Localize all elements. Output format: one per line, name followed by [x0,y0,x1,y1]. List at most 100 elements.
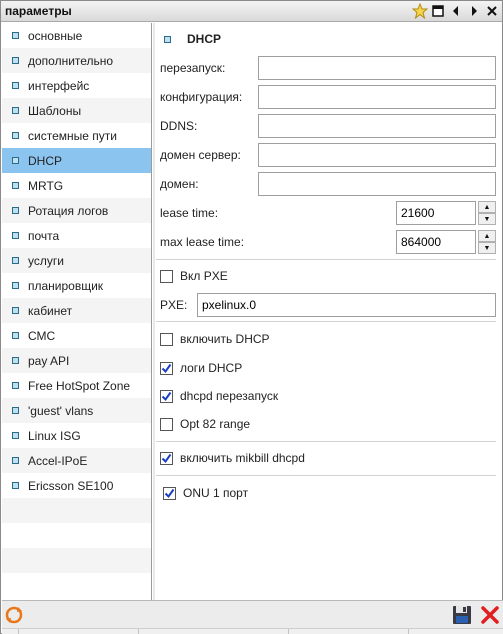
dhcp-settings-panel: DHCP перезапуск: конфигурация: DDNS: дом… [156,23,502,600]
sidebar-item-label: DHCP [28,153,63,168]
star-icon[interactable] [412,3,428,19]
sidebar-item-dhcp[interactable]: DHCP [2,148,151,173]
close-icon[interactable] [484,3,500,19]
lease-time-row: lease time: [160,201,258,225]
save-icon[interactable] [452,605,472,628]
checkbox-box[interactable] [160,361,173,375]
bullet-icon [12,157,19,164]
lease-time-stepper: ▲ ▼ [396,201,496,225]
domain-input[interactable] [258,172,496,196]
bottom-actions [452,605,500,628]
pxe-row: PXE: [160,293,496,317]
domain-server-input[interactable] [258,143,496,167]
checkbox-box[interactable] [160,332,173,346]
domain-label: домен: [160,177,199,191]
bullet-icon [12,232,19,239]
config-row: конфигурация: [160,85,258,109]
sidebar-item-linux-isg[interactable]: Linux ISG [2,423,151,448]
checkbox-box[interactable] [160,417,173,431]
ddns-input[interactable] [258,114,496,138]
dhcpd-restart-checkbox[interactable]: dhcpd перезапуск [160,389,278,403]
bullet-icon [12,382,19,389]
splitter[interactable] [153,23,155,600]
sidebar-item-sms[interactable]: СМС [2,323,151,348]
domain-row: домен: [160,172,258,196]
sidebar-item-pay-api[interactable]: pay API [2,348,151,373]
bullet-icon [164,35,171,43]
pxe-input[interactable] [197,293,496,317]
enable-pxe-checkbox[interactable]: Вкл PXE [160,269,228,283]
checkbox-box[interactable] [160,269,173,283]
spin-down-icon[interactable]: ▼ [478,242,496,254]
sidebar-item-interface[interactable]: интерфейс [2,73,151,98]
section-header: DHCP [164,32,221,46]
sidebar-item-ericsson[interactable]: Ericsson SE100 [2,473,151,498]
cancel-icon[interactable] [480,605,500,628]
checkbox-label: Opt 82 range [180,417,251,431]
sidebar-item-label: Ericsson SE100 [28,478,114,493]
ddns-row: DDNS: [160,114,258,138]
bullet-icon [12,82,19,89]
sidebar-item-system-paths[interactable]: системные пути [2,123,151,148]
enable-dhcp-checkbox[interactable]: включить DHCP [160,332,270,346]
config-input[interactable] [258,85,496,109]
checkmark-icon [164,488,175,498]
spin-up-icon[interactable]: ▲ [478,201,496,213]
arrow-left-icon[interactable] [448,3,464,19]
sidebar-item-label: Accel-IPoE [28,453,88,468]
window-title: параметры [5,4,72,18]
bullet-icon [12,457,19,464]
opt82-checkbox[interactable]: Opt 82 range [160,417,250,431]
checkbox-box[interactable] [160,389,173,403]
sidebar-item-mail[interactable]: почта [2,223,151,248]
bullet-icon [12,407,19,414]
sidebar-item-hotspot[interactable]: Free HotSpot Zone [2,373,151,398]
checkbox-label: включить mikbill dhcpd [180,451,305,465]
checkbox-label: включить DHCP [180,332,270,346]
sidebar-item-label: дополнительно [28,53,114,68]
bullet-icon [12,257,19,264]
ddns-label: DDNS: [160,119,198,133]
empty-row [2,498,151,523]
sidebar-item-log-rotation[interactable]: Ротация логов [2,198,151,223]
sidebar-item-additional[interactable]: дополнительно [2,48,151,73]
sidebar-item-services[interactable]: услуги [2,248,151,273]
refresh-icon[interactable] [5,606,23,627]
max-lease-time-input[interactable] [396,230,476,254]
section-title: DHCP [187,32,222,46]
divider [156,259,496,260]
spin-up-icon[interactable]: ▲ [478,230,496,242]
sidebar-item-label: услуги [28,253,64,268]
restore-icon[interactable] [430,3,446,19]
sidebar-item-guest-vlans[interactable]: 'guest' vlans [2,398,151,423]
sidebar-item-label: 'guest' vlans [28,403,94,418]
restart-input[interactable] [258,56,496,80]
sidebar-item-scheduler[interactable]: планировщик [2,273,151,298]
checkbox-label: логи DHCP [180,361,243,375]
sidebar-item-main[interactable]: основные [2,23,151,48]
onu-port-checkbox[interactable]: ONU 1 порт [163,486,248,500]
mikbill-dhcpd-checkbox[interactable]: включить mikbill dhcpd [160,451,305,465]
arrow-right-icon[interactable] [466,3,482,19]
sidebar-item-templates[interactable]: Шаблоны [2,98,151,123]
bullet-icon [12,282,19,289]
bullet-icon [12,432,19,439]
lease-time-input[interactable] [396,201,476,225]
status-segment [138,629,139,634]
sidebar-item-mrtg[interactable]: MRTG [2,173,151,198]
checkbox-label: dhcpd перезапуск [180,389,279,403]
sidebar-item-accel-ipoe[interactable]: Accel-IPoE [2,448,151,473]
checkmark-icon [161,363,172,373]
sidebar-item-cabinet[interactable]: кабинет [2,298,151,323]
sidebar-item-label: планировщик [28,278,104,293]
bullet-icon [12,107,19,114]
sidebar-item-label: почта [28,228,60,243]
checkbox-box[interactable] [163,486,176,500]
dhcp-logs-checkbox[interactable]: логи DHCP [160,361,242,375]
sidebar-item-label: pay API [28,353,70,368]
empty-row [2,548,151,573]
checkbox-box[interactable] [160,451,173,465]
settings-window: параметры основные дополнительно интерфе… [0,0,503,634]
sidebar-item-label: Free HotSpot Zone [28,378,131,393]
spin-down-icon[interactable]: ▼ [478,213,496,225]
